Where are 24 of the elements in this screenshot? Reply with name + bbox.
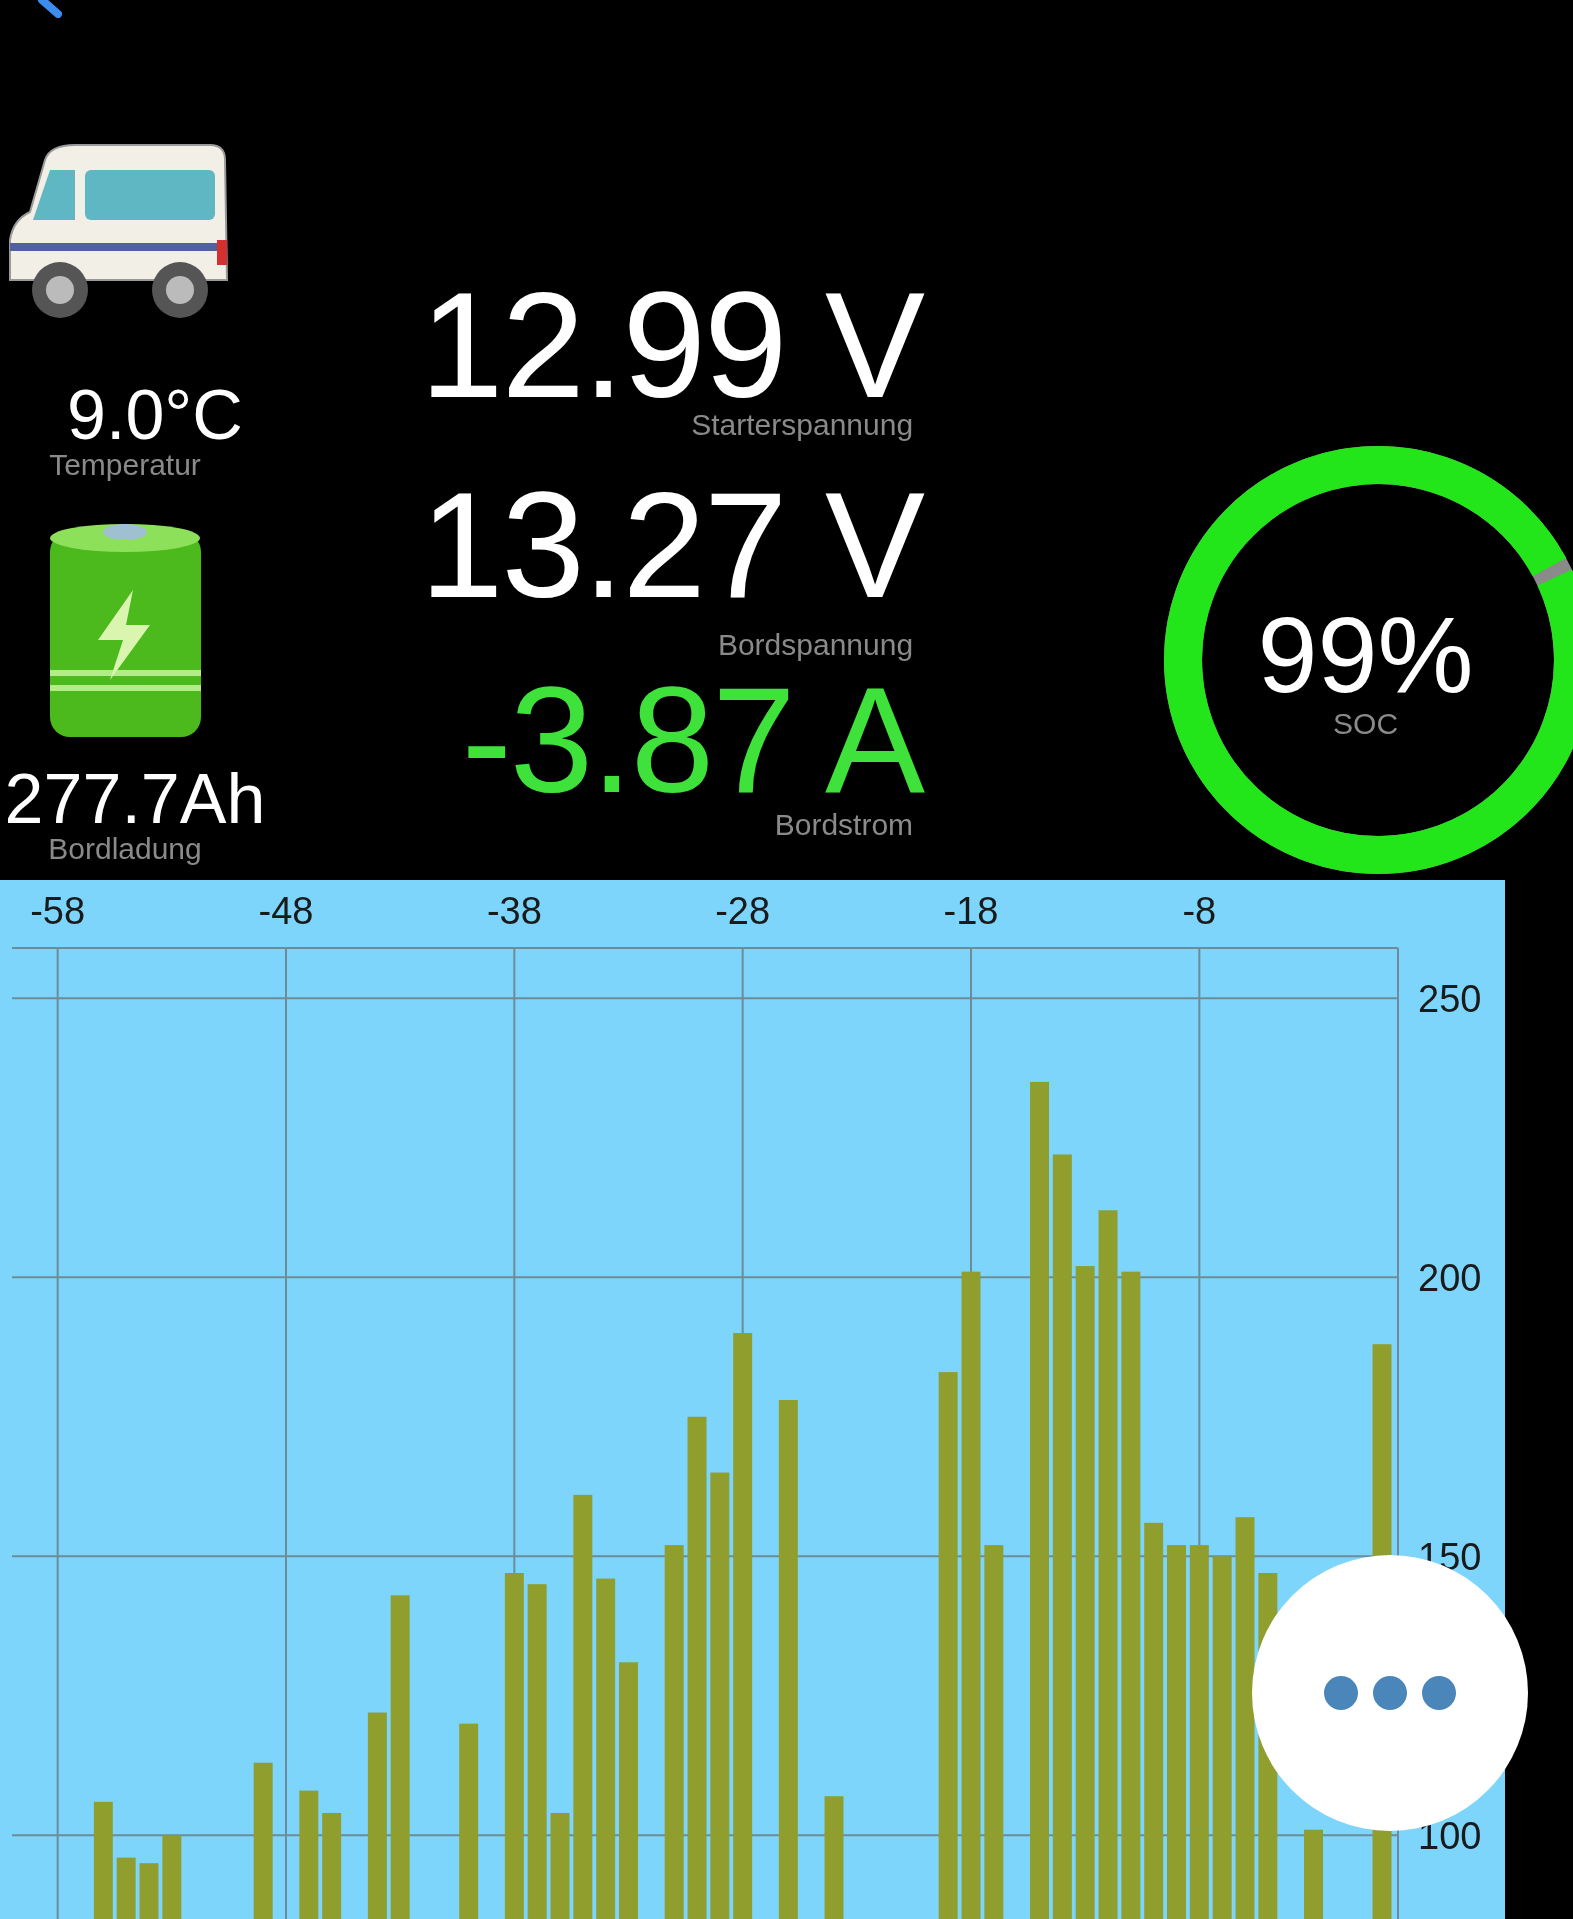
axis-label: -38	[486, 890, 542, 932]
temperature-label: Temperatur	[49, 450, 201, 480]
reading-value: 13.27 V	[420, 485, 924, 605]
reading-value: -3.87 A	[461, 680, 924, 800]
soc-label: SOC	[1333, 709, 1399, 739]
more-icon	[1324, 1676, 1456, 1710]
axis-label: -28	[715, 890, 771, 932]
axis-label: 100	[1418, 1815, 1482, 1858]
temperature-value: 9.0°C	[67, 380, 243, 450]
reading-label: Bordstrom	[774, 810, 914, 840]
axis-label: -48	[258, 890, 314, 932]
bar	[116, 1857, 136, 1919]
axis-label: -8	[1182, 890, 1217, 932]
axis-label: -18	[943, 890, 999, 932]
reading-label: Starterspannung	[691, 410, 914, 440]
reading-label: Bordspannung	[717, 630, 914, 660]
axis-label: 250	[1418, 978, 1482, 1021]
axis-label: -58	[30, 890, 86, 932]
reading-value: 12.99 V	[420, 285, 924, 405]
bar	[139, 1863, 159, 1919]
axis-label: 200	[1418, 1257, 1482, 1300]
soc-value: 99%	[1257, 601, 1474, 709]
charge-value: 277.7Ah	[4, 764, 266, 834]
charge-label: Bordladung	[48, 834, 202, 864]
